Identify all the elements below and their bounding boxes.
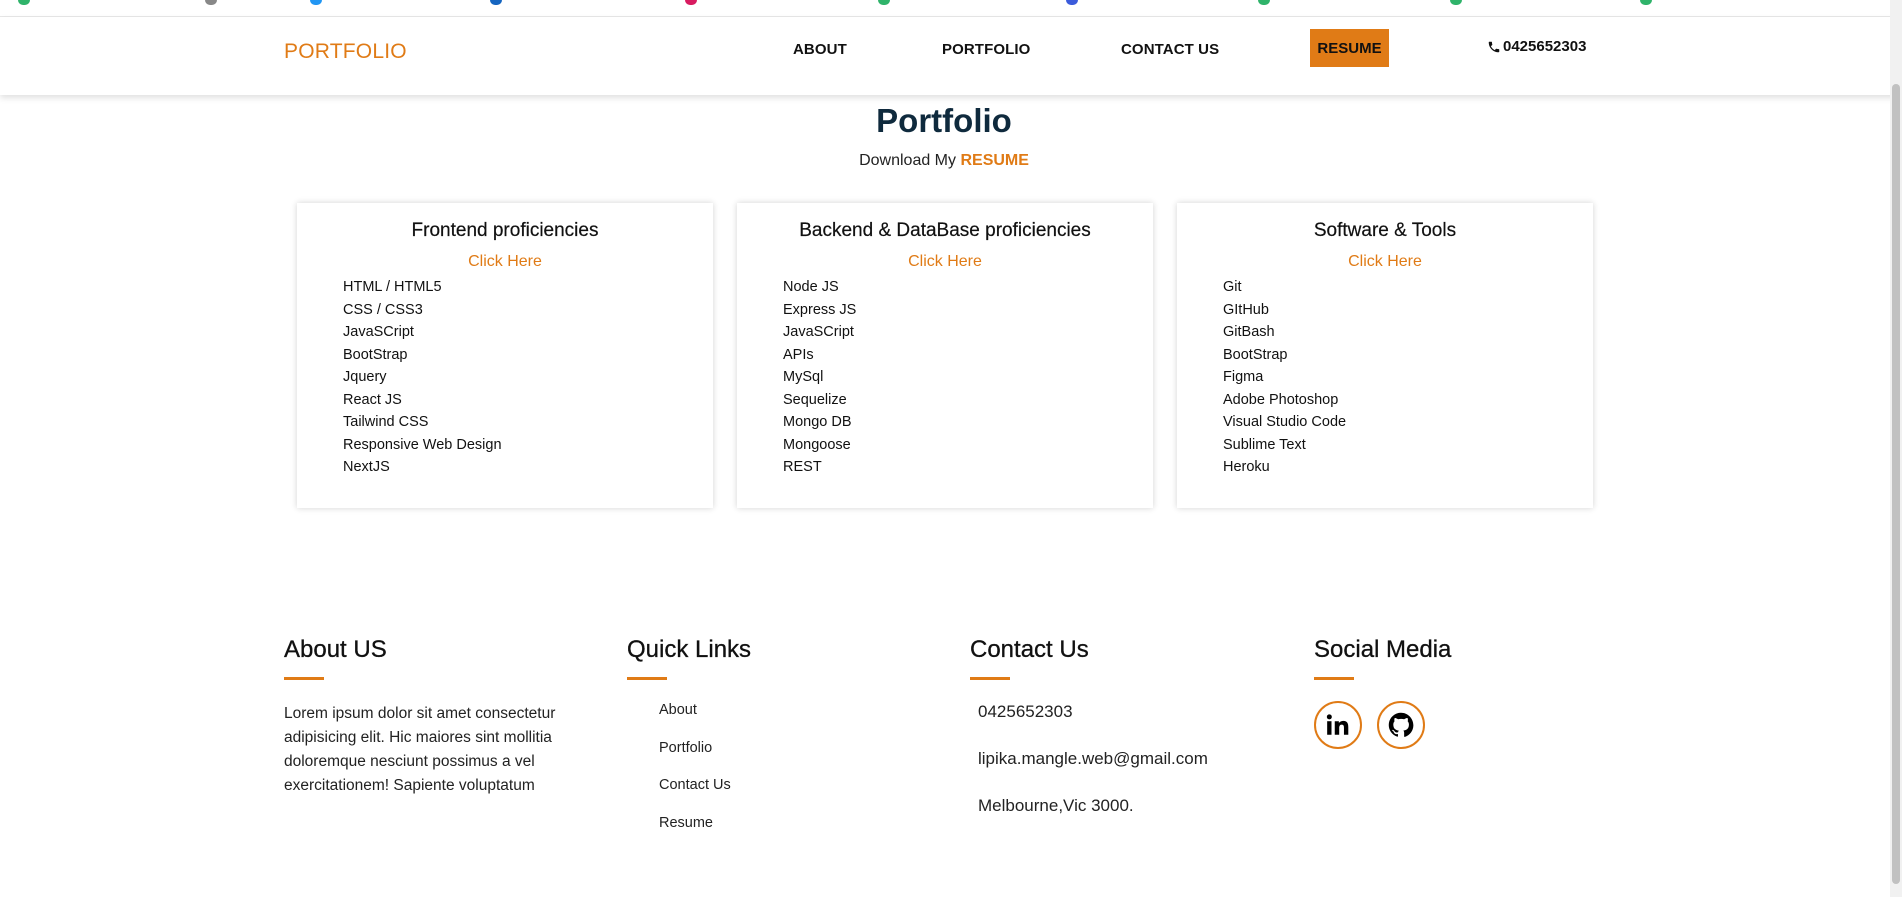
linkedin-icon bbox=[1326, 714, 1349, 735]
nav-link-contact[interactable]: CONTACT US bbox=[1121, 41, 1219, 58]
list-item: BootStrap bbox=[1223, 346, 1288, 363]
quick-link-about[interactable]: About bbox=[659, 702, 751, 740]
footer-heading: Quick Links bbox=[627, 636, 752, 663]
linkedin-button[interactable] bbox=[1314, 701, 1362, 749]
list-item: GitBash bbox=[1223, 324, 1275, 340]
skills-list: Git GItHub GitBash BootStrap Figma Adobe… bbox=[1223, 276, 1346, 479]
github-button[interactable] bbox=[1377, 701, 1425, 749]
footer-social: Social Media bbox=[1314, 636, 1452, 749]
list-item: Jquery bbox=[343, 369, 387, 385]
list-item: Express JS bbox=[783, 301, 857, 318]
heading-underline bbox=[284, 677, 324, 680]
skills-card-tools: Software & Tools Click Here Git GItHub G… bbox=[1177, 203, 1593, 508]
footer-about: About US Lorem ipsum dolor sit amet cons… bbox=[284, 636, 584, 798]
list-item: HTML / HTML5 bbox=[343, 279, 442, 295]
heading-underline bbox=[627, 677, 667, 680]
skills-list: HTML / HTML5 CSS / CSS3 JavaSCript BootS… bbox=[343, 276, 502, 479]
bookmark-icon[interactable] bbox=[1258, 0, 1270, 5]
nav-link-portfolio[interactable]: PORTFOLIO bbox=[942, 41, 1030, 58]
list-item: Sequelize bbox=[783, 391, 847, 408]
quick-links-list: About Portfolio Contact Us Resume bbox=[659, 702, 751, 852]
bookmark-icon[interactable] bbox=[878, 0, 890, 5]
brand-logo[interactable]: PORTFOLIO bbox=[284, 40, 407, 64]
list-item: Node JS bbox=[783, 279, 839, 295]
skills-card-backend: Backend & DataBase proficiencies Click H… bbox=[737, 203, 1153, 508]
about-text: Lorem ipsum dolor sit amet consectetur a… bbox=[284, 705, 556, 794]
list-item: APIs bbox=[783, 346, 814, 363]
phone-icon bbox=[1488, 41, 1500, 52]
download-prefix: Download My bbox=[859, 152, 957, 169]
bookmark-icon[interactable] bbox=[310, 0, 322, 5]
list-item: CSS / CSS3 bbox=[343, 301, 423, 318]
list-item: Git bbox=[1223, 279, 1242, 295]
card-title: Frontend proficiencies bbox=[411, 220, 599, 241]
social-icons bbox=[1314, 701, 1451, 749]
contact-email[interactable]: lipika.mangle.web@gmail.com bbox=[978, 749, 1208, 796]
download-resume-link[interactable]: RESUME bbox=[960, 152, 1028, 169]
footer-heading: About US bbox=[284, 636, 387, 663]
list-item: Mongoose bbox=[783, 436, 851, 453]
download-resume-line: Download My RESUME bbox=[0, 152, 1888, 170]
list-item: Responsive Web Design bbox=[343, 436, 502, 453]
bookmark-icon[interactable] bbox=[1450, 0, 1462, 5]
navbar: PORTFOLIO ABOUT PORTFOLIO CONTACT US RES… bbox=[0, 17, 1898, 95]
list-item: JavaSCript bbox=[343, 324, 414, 340]
bookmark-icon[interactable] bbox=[205, 0, 217, 5]
card-click-here-link[interactable]: Click Here bbox=[1177, 253, 1593, 271]
list-item: Heroku bbox=[1223, 459, 1270, 475]
list-item: React JS bbox=[343, 391, 402, 408]
bookmark-icon[interactable] bbox=[1066, 0, 1078, 5]
contact-address: Melbourne,Vic 3000. bbox=[978, 796, 1134, 815]
list-item: Visual Studio Code bbox=[1223, 414, 1347, 430]
card-title: Software & Tools bbox=[1313, 220, 1457, 241]
bookmark-icon[interactable] bbox=[490, 0, 502, 5]
bookmark-icon[interactable] bbox=[18, 0, 30, 5]
scrollbar[interactable] bbox=[1890, 0, 1902, 897]
list-item: REST bbox=[783, 459, 822, 475]
card-click-here-link[interactable]: Click Here bbox=[297, 253, 713, 271]
list-item: NextJS bbox=[343, 459, 390, 475]
nav-phone[interactable]: 0425652303 bbox=[1487, 38, 1586, 55]
resume-button[interactable]: RESUME bbox=[1310, 29, 1389, 67]
list-item: Sublime Text bbox=[1223, 436, 1306, 453]
list-item: MySql bbox=[783, 369, 824, 385]
heading-underline bbox=[970, 677, 1010, 680]
bookmark-icon[interactable] bbox=[1640, 0, 1652, 5]
list-item: GItHub bbox=[1223, 301, 1269, 318]
nav-phone-number: 0425652303 bbox=[1503, 38, 1587, 55]
list-item: JavaSCript bbox=[783, 324, 854, 340]
contact-phone[interactable]: 0425652303 bbox=[978, 702, 1208, 749]
footer-quick-links: Quick Links About Portfolio Contact Us R… bbox=[627, 636, 751, 852]
skills-list: Node JS Express JS JavaSCript APIs MySql… bbox=[783, 276, 856, 479]
list-item: Figma bbox=[1223, 369, 1264, 385]
footer-heading: Contact Us bbox=[970, 636, 1089, 663]
footer-heading: Social Media bbox=[1314, 636, 1452, 663]
heading-underline bbox=[1314, 677, 1354, 680]
page-title: Portfolio bbox=[876, 102, 1012, 139]
card-title: Backend & DataBase proficiencies bbox=[799, 220, 1091, 241]
quick-link-contact[interactable]: Contact Us bbox=[659, 777, 751, 815]
browser-bookmarks-bar bbox=[0, 0, 1902, 17]
nav-link-about[interactable]: ABOUT bbox=[793, 41, 847, 58]
skills-card-frontend: Frontend proficiencies Click Here HTML /… bbox=[297, 203, 713, 508]
list-item: BootStrap bbox=[343, 346, 408, 363]
scrollbar-thumb[interactable] bbox=[1892, 84, 1900, 884]
card-click-here-link[interactable]: Click Here bbox=[737, 253, 1153, 271]
list-item: Mongo DB bbox=[783, 414, 852, 430]
quick-link-portfolio[interactable]: Portfolio bbox=[659, 740, 751, 778]
github-icon bbox=[1388, 712, 1414, 737]
bookmark-icon[interactable] bbox=[685, 0, 697, 5]
footer-contact: Contact Us 0425652303 lipika.mangle.web@… bbox=[970, 636, 1208, 843]
list-item: Adobe Photoshop bbox=[1223, 391, 1339, 408]
quick-link-resume[interactable]: Resume bbox=[659, 815, 751, 853]
list-item: Tailwind CSS bbox=[343, 414, 429, 430]
